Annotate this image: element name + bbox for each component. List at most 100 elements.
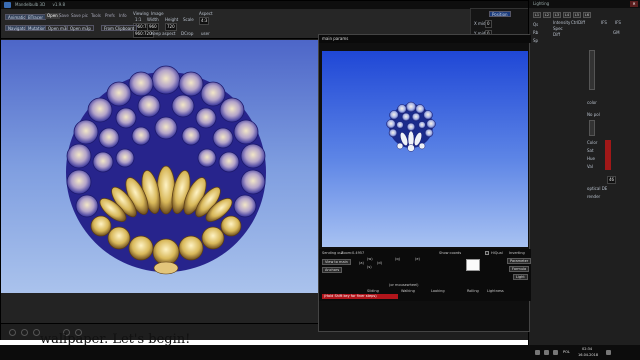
dcrop-checkbox[interactable]: DCrop	[181, 31, 193, 36]
color-slider[interactable]	[589, 120, 595, 136]
inverting-label: Inverting	[509, 251, 525, 255]
rolling-label: Rolling	[467, 289, 479, 293]
xmid-input[interactable]: 0	[485, 20, 492, 28]
scale-label: Scale	[183, 17, 194, 22]
taskbar: POL 02:34 16.04.2018	[0, 345, 640, 360]
app-title: Mandelbulb 3D	[15, 2, 46, 7]
formula-button[interactable]: Formula	[509, 266, 530, 272]
walking-label: Walking	[401, 289, 415, 293]
looking-label: Looking	[431, 289, 445, 293]
side-color: Color	[587, 140, 598, 145]
close-icon[interactable]: ✕	[630, 1, 638, 7]
screen: Mandelbulb 3D v1.9.8 Animation BTracer N…	[0, 0, 640, 360]
value-46-input[interactable]: 46	[607, 176, 617, 184]
view-to-main-button[interactable]: View to main	[322, 259, 351, 265]
menu-save[interactable]: Save	[59, 13, 69, 19]
lighting-title: Lighting	[533, 1, 550, 6]
ctrl-diff-label: CtrlDiff	[571, 20, 586, 25]
keep-aspect-checkbox[interactable]: Keep aspect	[151, 31, 175, 36]
width-input[interactable]: 960	[147, 23, 159, 31]
menu-tools[interactable]: Tools	[91, 13, 101, 19]
render-window-title: main params	[319, 35, 531, 43]
lighting-tab-l1[interactable]: L1	[533, 12, 541, 18]
aspect-input[interactable]: 4:3	[199, 17, 210, 25]
parameter-button[interactable]: Parameter	[507, 258, 532, 264]
clock-date[interactable]: 16.04.2018	[578, 353, 598, 357]
menu-info[interactable]: Info	[119, 13, 127, 19]
light-button[interactable]: Light	[513, 274, 528, 280]
nav-w[interactable]: (w)	[367, 257, 373, 261]
lightness-label: Lightness	[487, 289, 504, 293]
edit-icon[interactable]	[33, 329, 40, 336]
optical-de-label: optical DE	[587, 186, 608, 191]
intensity-label: Intensity	[553, 20, 571, 25]
language-indicator[interactable]: POL	[563, 350, 570, 354]
nav-a[interactable]: (a)	[359, 261, 364, 265]
render-window: main params Sending out Zoom: 0.4957 Vie…	[318, 34, 532, 332]
play-icon[interactable]	[9, 329, 16, 336]
width-label: Width	[147, 17, 159, 22]
side-sat: Sat	[587, 148, 594, 153]
menu-save-pic[interactable]: Save pic	[71, 13, 88, 19]
from-clipboard-button[interactable]: From Clipboard	[101, 25, 138, 31]
menu-prefs[interactable]: Prefs	[105, 13, 115, 19]
render-viewport[interactable]	[1, 40, 319, 323]
render-label: render	[587, 194, 601, 199]
lighting-tab-l6[interactable]: L6	[583, 12, 591, 18]
menu-open[interactable]: Open	[45, 13, 60, 19]
position-button[interactable]: Position	[489, 11, 511, 17]
nav-e[interactable]: (e)	[415, 257, 420, 261]
red-indicator	[605, 140, 611, 170]
preview-fractal	[386, 101, 436, 152]
open-m3p-button[interactable]: Open m3p	[67, 25, 94, 31]
image-label: Image	[151, 11, 164, 16]
lighting-aux-2: Rb	[533, 30, 539, 35]
nav-d[interactable]: (d)	[377, 261, 382, 265]
height-input[interactable]: 720	[165, 23, 177, 31]
hi-qual-checkbox[interactable]	[485, 251, 489, 255]
lighting-slider[interactable]	[589, 50, 595, 90]
lighting-panel: Lighting ✕ L1 L2 L3 L4 L5 L6 Qs Intensit…	[528, 0, 640, 345]
preview-viewport[interactable]	[322, 51, 528, 247]
hi-qual-label: HiQual	[491, 251, 503, 255]
nav-s[interactable]: (s)	[367, 265, 372, 269]
ifs-label-2: IFS	[615, 20, 621, 25]
zoom-label: Zoom:	[341, 251, 353, 255]
height-label: Height	[165, 17, 179, 22]
app-version: v1.9.8	[52, 2, 65, 7]
mousewheel-hint: (or mousewheel)	[389, 283, 419, 287]
ifs-label-1: IFS	[601, 20, 607, 25]
sliding-label: Sliding	[367, 289, 379, 293]
network-icon[interactable]	[535, 350, 540, 355]
stop-icon[interactable]	[21, 329, 28, 336]
notification-icon[interactable]	[606, 350, 611, 355]
zoom-value: 0.4957	[352, 251, 365, 255]
fractal-image	[66, 65, 266, 275]
side-val: Val	[587, 164, 593, 169]
lighting-tab-l3[interactable]: L3	[553, 12, 561, 18]
volume-icon[interactable]	[544, 350, 549, 355]
sending-out-label: Sending out	[322, 251, 344, 255]
lighting-title-bar: Lighting ✕	[529, 0, 640, 8]
nav-q[interactable]: (q)	[395, 257, 400, 261]
no-pol-label: No pol	[587, 112, 600, 117]
app-icon	[4, 2, 11, 8]
battery-icon[interactable]	[553, 350, 558, 355]
side-hue: Hue	[587, 156, 596, 161]
spec-label: Spec	[553, 26, 563, 31]
user-option[interactable]: user	[201, 31, 210, 36]
viewport-lower-area	[1, 293, 319, 323]
color-label: color	[587, 100, 597, 105]
aspect-label: Aspect	[199, 11, 213, 16]
lighting-tab-l5[interactable]: L5	[573, 12, 581, 18]
status-hint: (Hold Shift key for finer steps)	[322, 294, 398, 299]
lighting-tab-l2[interactable]: L2	[543, 12, 551, 18]
clock-time[interactable]: 02:34	[582, 347, 592, 351]
btracer-button[interactable]: BTracer	[25, 14, 46, 20]
lighting-aux-3: Sp	[533, 38, 539, 43]
anchors-button[interactable]: Anchors	[322, 267, 343, 273]
lighting-tab-l4[interactable]: L4	[563, 12, 571, 18]
scale-value: 1:1	[135, 17, 142, 22]
show-coords-label: Show coords	[439, 251, 462, 255]
gm-label: GM	[613, 30, 620, 35]
